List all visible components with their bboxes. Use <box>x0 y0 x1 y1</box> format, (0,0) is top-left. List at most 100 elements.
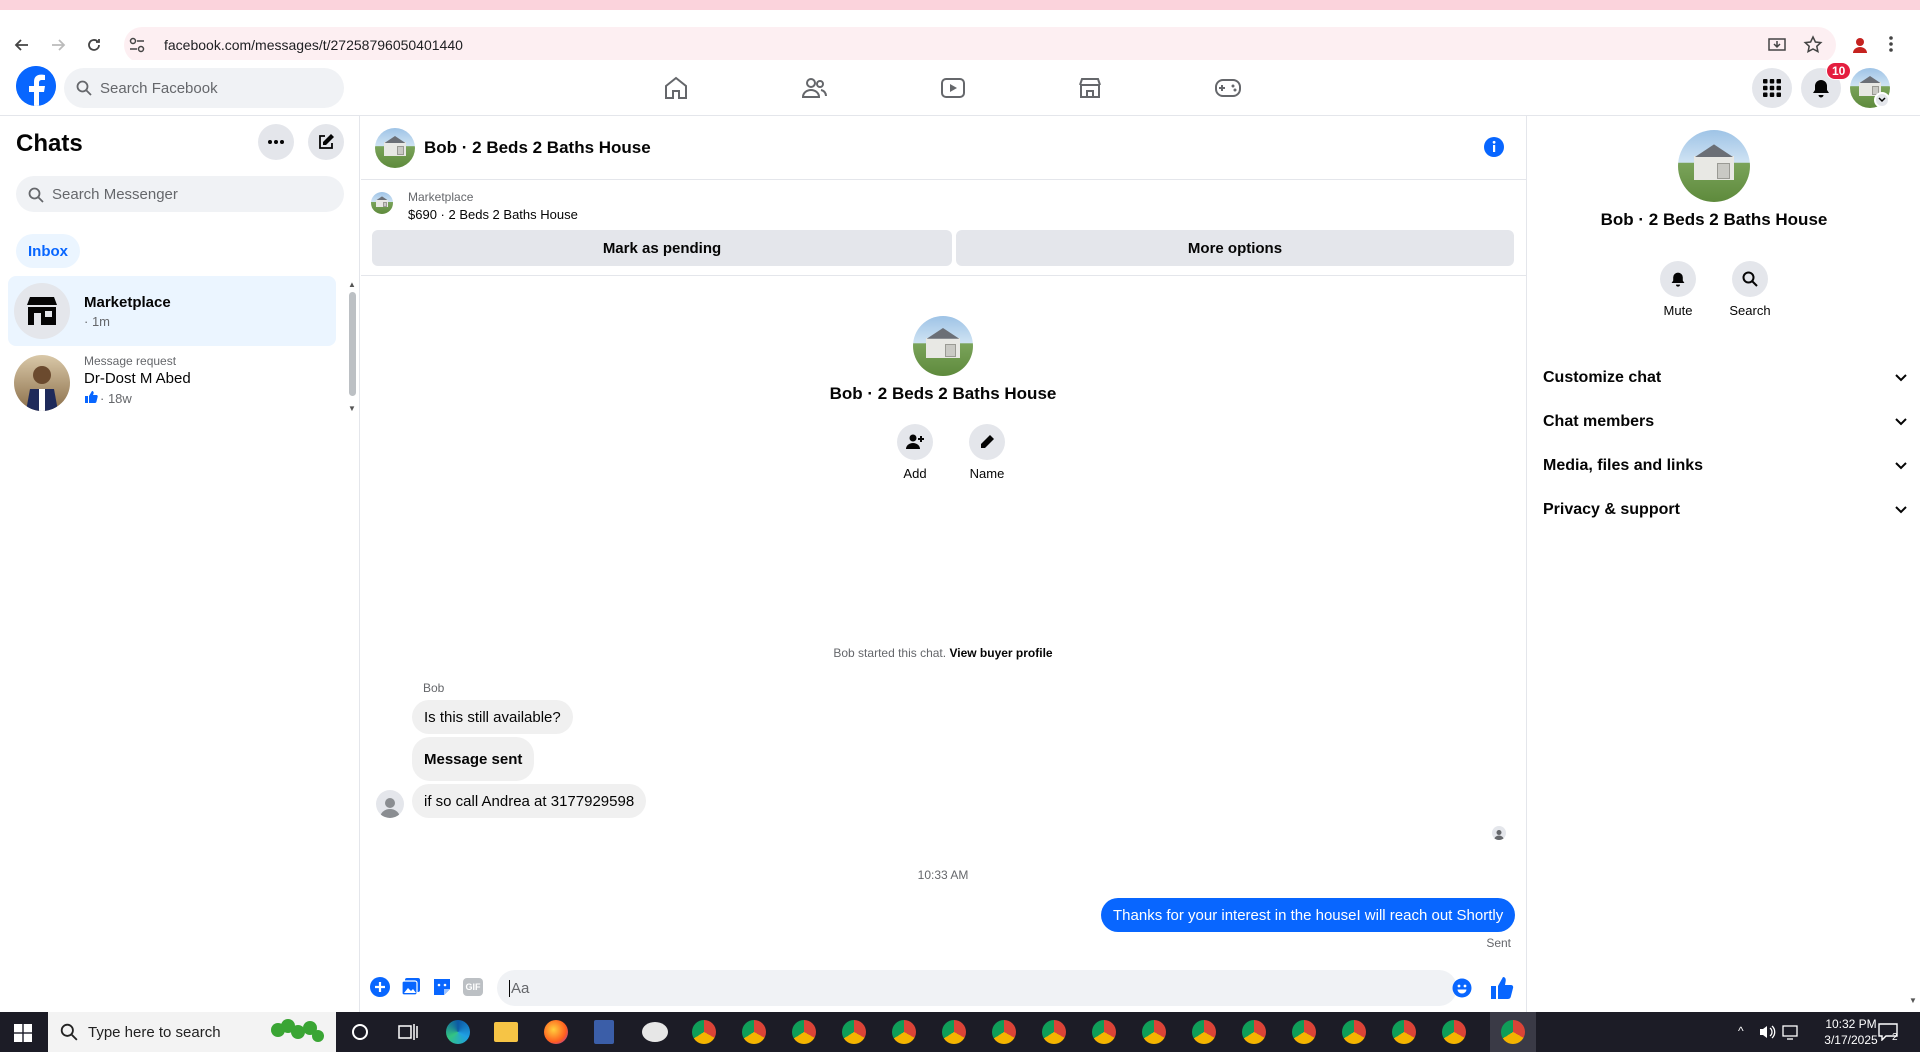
profile-icon[interactable] <box>1850 35 1870 55</box>
chrome-icon[interactable] <box>742 1020 766 1044</box>
forward-icon[interactable] <box>43 30 73 60</box>
scroll-down-icon[interactable]: ▼ <box>348 404 356 413</box>
add-label: Add <box>903 466 927 481</box>
mute-button[interactable]: Mute <box>1638 261 1718 318</box>
section-label: Media, files and links <box>1543 457 1704 474</box>
chrome-icon[interactable] <box>1092 1020 1116 1044</box>
sender-name: Bob <box>423 681 445 695</box>
edge-icon[interactable] <box>446 1020 470 1044</box>
browser-menu-icon[interactable] <box>1888 34 1894 59</box>
add-people-button[interactable]: Add <box>885 424 945 481</box>
chrome-icon[interactable] <box>1501 1020 1525 1044</box>
reload-icon[interactable] <box>79 30 109 60</box>
chrome-icon[interactable] <box>1342 1020 1366 1044</box>
chevron-down-icon[interactable] <box>1874 92 1890 108</box>
site-info-icon[interactable] <box>128 36 146 54</box>
volume-icon[interactable] <box>1758 1024 1776 1045</box>
search-conversation-button[interactable]: Search <box>1710 261 1790 318</box>
tab-inbox[interactable]: Inbox <box>16 234 80 268</box>
chrome-icon[interactable] <box>1042 1020 1066 1044</box>
bookmark-star-icon[interactable] <box>1803 35 1823 60</box>
chrome-icon[interactable] <box>1392 1020 1416 1044</box>
view-buyer-profile-link[interactable]: View buyer profile <box>949 646 1052 660</box>
tray-chevron-icon[interactable]: ^ <box>1738 1024 1744 1038</box>
notification-badge: 10 <box>1826 62 1852 80</box>
nav-home-icon[interactable] <box>658 72 694 104</box>
plus-icon[interactable] <box>369 976 391 1003</box>
chrome-icon[interactable] <box>692 1020 716 1044</box>
chats-sidebar: Chats Search Messenger Inbox Marketplace… <box>0 116 360 1012</box>
conversation-title[interactable]: Bob · 2 Beds 2 Baths House <box>424 138 651 158</box>
incoming-message[interactable]: Message sent <box>412 737 535 781</box>
chrome-icon[interactable] <box>842 1020 866 1044</box>
media-files-links-row[interactable]: Media, files and links <box>1543 444 1907 488</box>
chrome-icon[interactable] <box>1242 1020 1266 1044</box>
facebook-logo-icon[interactable] <box>16 66 56 106</box>
facebook-search-input[interactable]: Search Facebook <box>64 68 344 108</box>
info-icon[interactable] <box>1483 136 1505 163</box>
mark-as-pending-button[interactable]: Mark as pending <box>372 230 952 266</box>
chrome-icon[interactable] <box>1292 1020 1316 1044</box>
messenger-search-input[interactable]: Search Messenger <box>16 176 344 212</box>
chat-name: Dr-Dost M Abed <box>84 370 191 387</box>
back-icon[interactable] <box>7 30 37 60</box>
chat-started-text: Bob started this chat. <box>833 646 947 660</box>
nav-friends-icon[interactable] <box>796 72 832 104</box>
outgoing-message[interactable]: Thanks for your interest in the houseI w… <box>1101 898 1516 932</box>
chats-title: Chats <box>16 130 83 157</box>
chrome-icon[interactable] <box>1442 1020 1466 1044</box>
chat-members-row[interactable]: Chat members <box>1543 400 1907 444</box>
chrome-icon[interactable] <box>1192 1020 1216 1044</box>
nav-marketplace-icon[interactable] <box>1072 72 1108 104</box>
add-person-icon <box>897 424 933 460</box>
chrome-icon[interactable] <box>942 1020 966 1044</box>
more-options-icon[interactable] <box>258 124 294 160</box>
chat-list-scrollbar[interactable] <box>349 292 356 396</box>
marketplace-store-icon <box>14 283 70 339</box>
customize-chat-row[interactable]: Customize chat <box>1543 356 1907 400</box>
address-bar[interactable]: facebook.com/messages/t/2725879605040144… <box>124 27 1836 63</box>
menu-grid-icon[interactable] <box>1752 68 1792 108</box>
firefox-icon[interactable] <box>544 1020 568 1044</box>
chat-item-marketplace[interactable]: Marketplace · 1m <box>8 276 336 346</box>
scroll-down-icon[interactable]: ▼ <box>1909 996 1917 1005</box>
thumbs-up-icon[interactable] <box>1490 976 1514 1005</box>
cortana-icon[interactable] <box>352 1024 368 1040</box>
more-options-button[interactable]: More options <box>956 230 1514 266</box>
name-chat-button[interactable]: Name <box>957 424 1017 481</box>
details-avatar[interactable] <box>1678 130 1750 202</box>
privacy-support-row[interactable]: Privacy & support <box>1543 488 1907 532</box>
windows-taskbar: Type here to search ^ 10:32 PM 3/17/2025 <box>0 1012 1920 1052</box>
chat-item-dr-dost[interactable]: Message request Dr-Dost M Abed · 18w <box>8 348 336 418</box>
app-icon[interactable] <box>642 1022 668 1042</box>
new-message-icon[interactable] <box>308 124 344 160</box>
file-explorer-icon[interactable] <box>494 1022 518 1042</box>
chrome-icon[interactable] <box>1142 1020 1166 1044</box>
bell-icon <box>1660 261 1696 297</box>
conversation-avatar[interactable] <box>375 128 415 168</box>
incoming-message[interactable]: if so call Andrea at 3177929598 <box>412 784 647 818</box>
details-name: Bob · 2 Beds 2 Baths House <box>1600 210 1828 229</box>
listing-thumbnail[interactable] <box>371 192 393 214</box>
nav-video-icon[interactable] <box>935 72 971 104</box>
network-icon[interactable] <box>1782 1024 1800 1045</box>
install-app-icon[interactable] <box>1768 36 1786 59</box>
section-label: Privacy & support <box>1543 501 1680 518</box>
nav-gaming-icon[interactable] <box>1210 72 1246 104</box>
sticker-icon[interactable] <box>432 977 452 1002</box>
message-input[interactable]: Aa <box>497 970 1457 1006</box>
scroll-up-icon[interactable]: ▲ <box>348 280 356 289</box>
task-view-icon[interactable] <box>398 1023 418 1046</box>
incoming-message[interactable]: Is this still available? <box>412 700 573 734</box>
sender-avatar[interactable] <box>376 790 404 818</box>
taskbar-search-placeholder: Type here to search <box>88 1023 221 1041</box>
document-icon[interactable] <box>594 1020 614 1044</box>
chrome-icon[interactable] <box>792 1020 816 1044</box>
emoji-icon[interactable] <box>1452 978 1472 1003</box>
photo-icon[interactable] <box>401 977 421 1002</box>
windows-start-icon[interactable] <box>14 1024 32 1047</box>
gif-icon[interactable]: GIF <box>463 978 483 996</box>
chrome-icon[interactable] <box>892 1020 916 1044</box>
listing-title[interactable]: $690 · 2 Beds 2 Baths House <box>408 207 578 222</box>
chrome-icon[interactable] <box>992 1020 1016 1044</box>
